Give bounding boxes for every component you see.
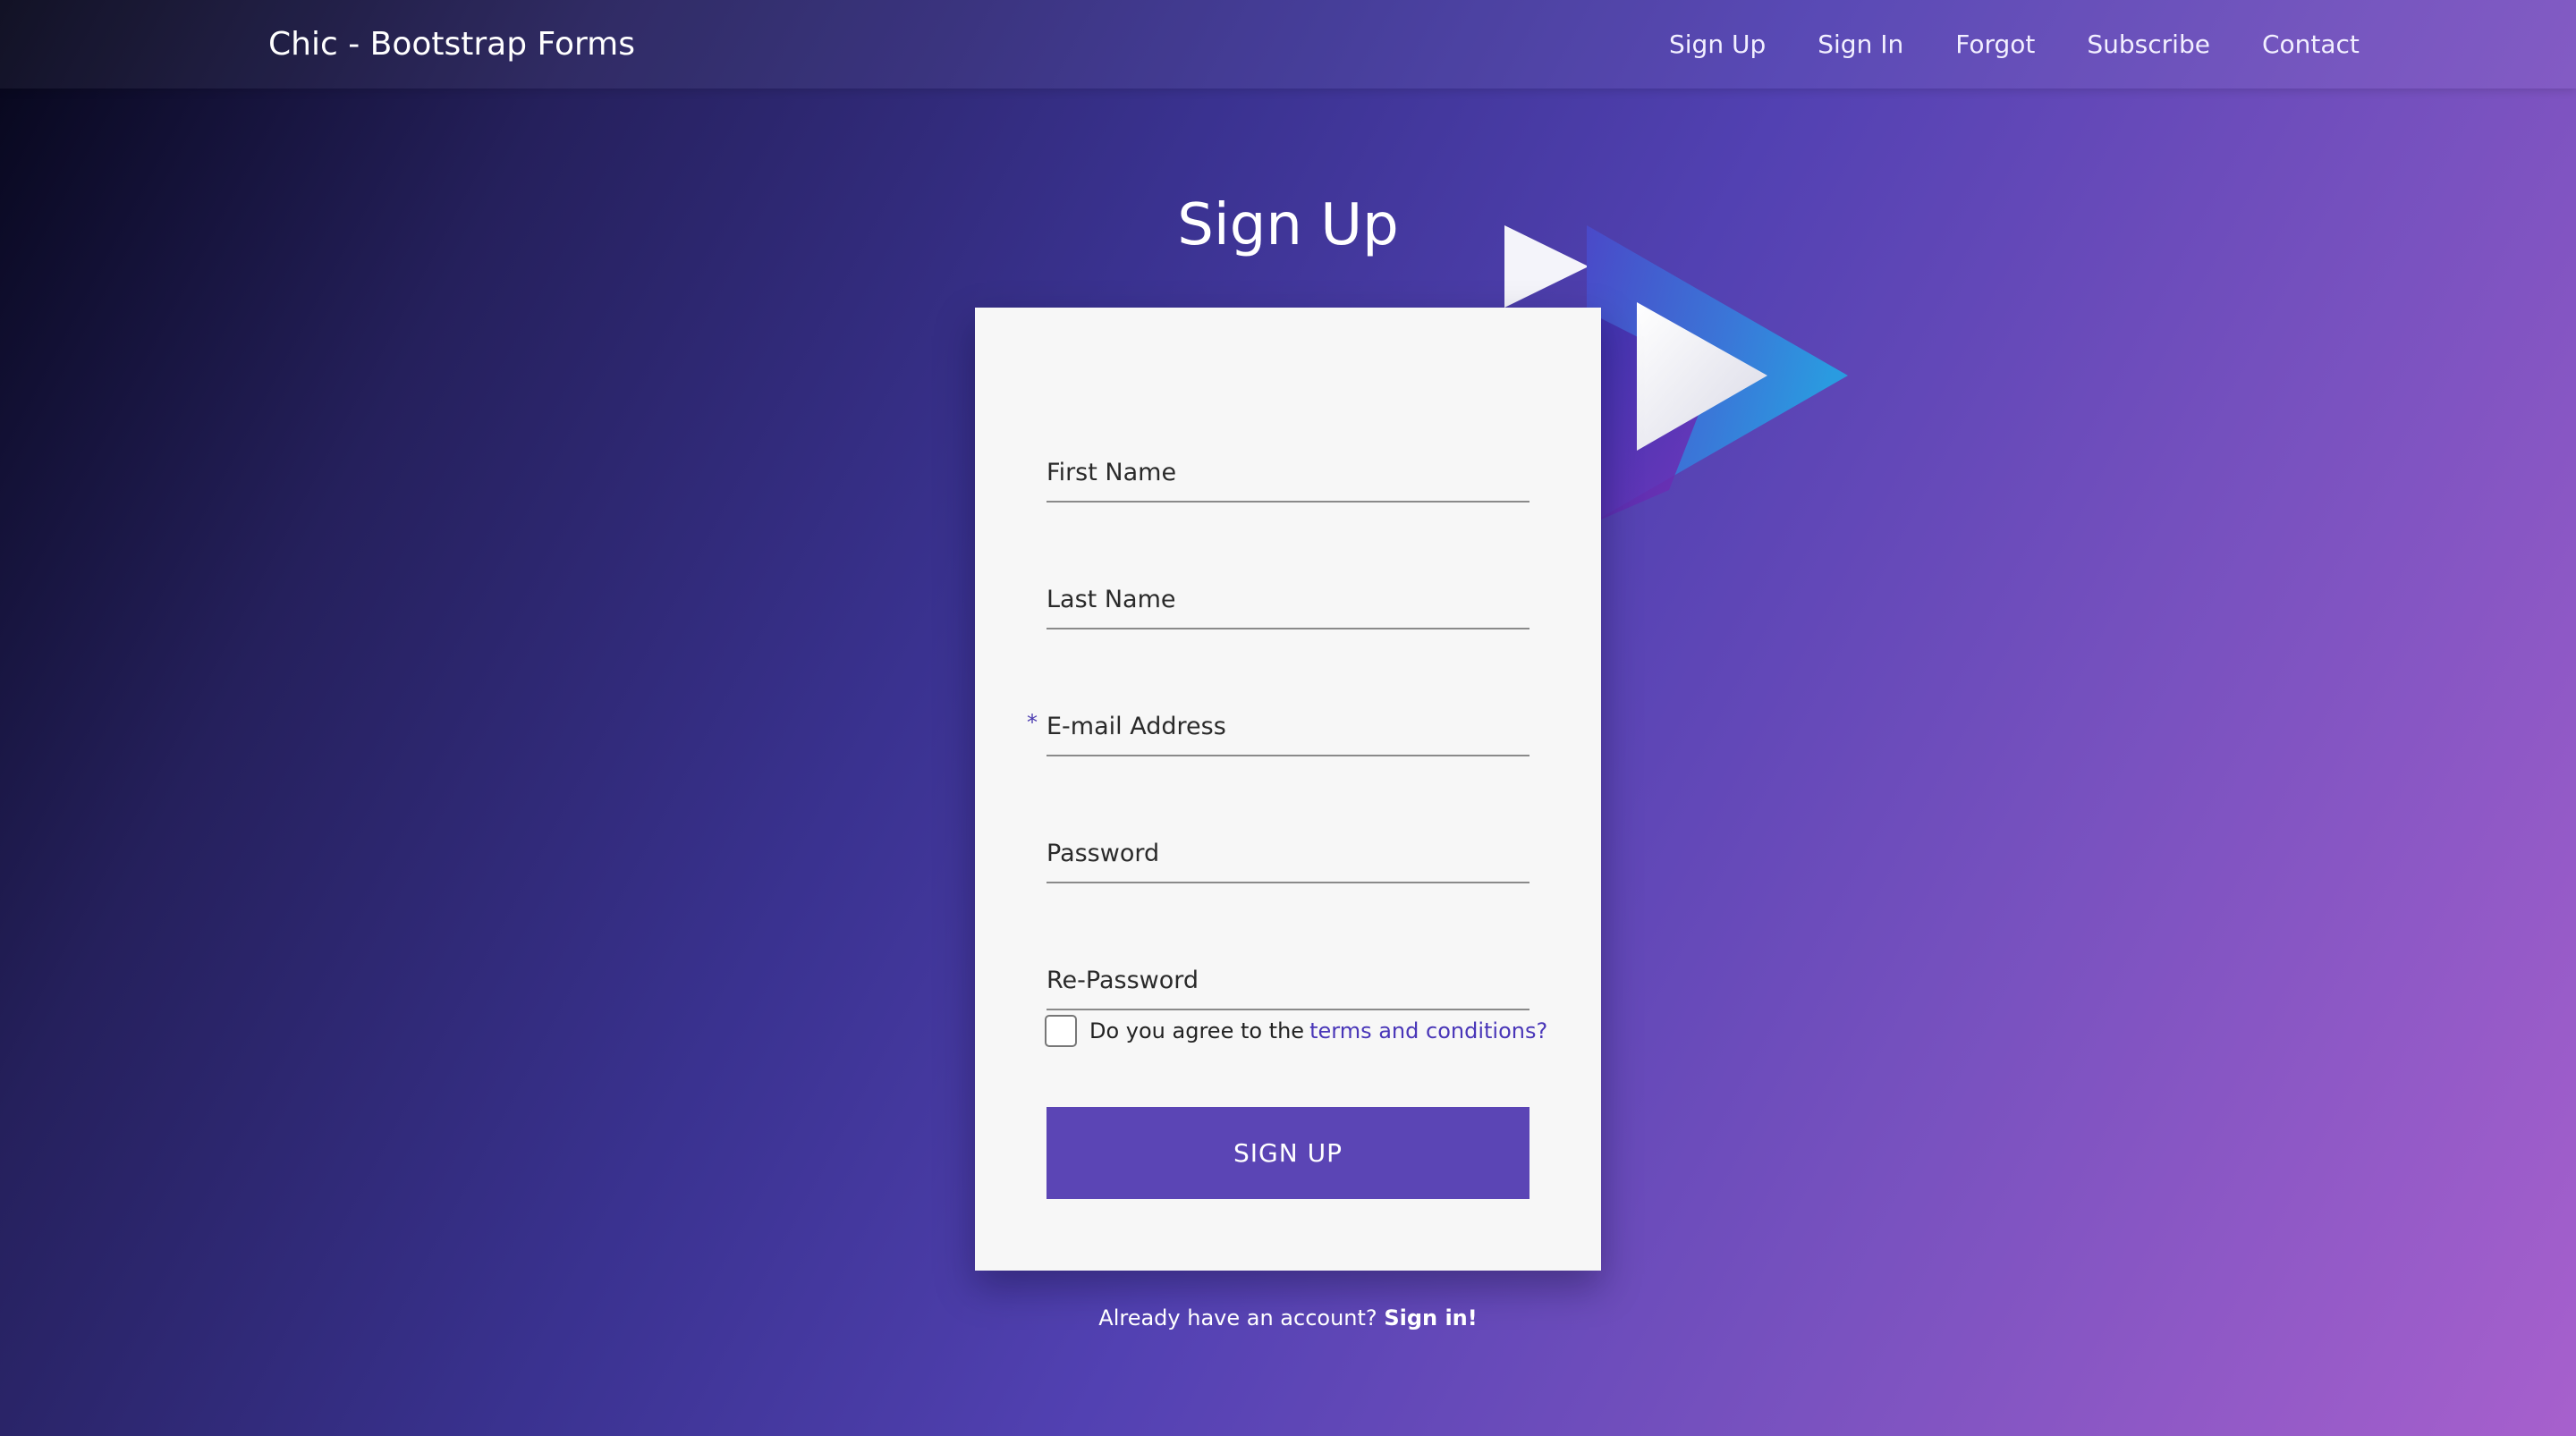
nav-links: Sign Up Sign In Forgot Subscribe Contact <box>1669 23 2360 66</box>
email-input[interactable] <box>1046 701 1530 751</box>
top-navbar: Chic - Bootstrap Forms Sign Up Sign In F… <box>0 0 2576 89</box>
terms-row: Do you agree to the terms and conditions… <box>1045 1015 1547 1047</box>
repassword-field <box>1046 955 1530 1010</box>
first-name-input[interactable] <box>1046 447 1530 497</box>
nav-link-sign-up[interactable]: Sign Up <box>1669 23 1766 66</box>
required-asterisk: * <box>1027 710 1038 735</box>
signin-prompt: Already have an account? Sign in! <box>975 1305 1601 1330</box>
last-name-input[interactable] <box>1046 574 1530 624</box>
terms-checkbox[interactable] <box>1045 1015 1077 1047</box>
signup-card: * Do you agree to the terms and conditio… <box>975 308 1601 1271</box>
signin-question: Already have an account? <box>1098 1305 1377 1330</box>
nav-link-sign-in[interactable]: Sign In <box>1818 23 1903 66</box>
nav-link-forgot[interactable]: Forgot <box>1955 23 2035 66</box>
nav-link-subscribe[interactable]: Subscribe <box>2087 23 2210 66</box>
last-name-field <box>1046 574 1530 629</box>
brand-title[interactable]: Chic - Bootstrap Forms <box>268 23 635 66</box>
first-name-field <box>1046 447 1530 503</box>
nav-link-contact[interactable]: Contact <box>2262 23 2360 66</box>
terms-text: Do you agree to the <box>1089 1018 1305 1043</box>
repassword-input[interactable] <box>1046 955 1530 1005</box>
terms-link[interactable]: terms and conditions? <box>1309 1018 1547 1043</box>
password-input[interactable] <box>1046 828 1530 878</box>
email-field: * <box>1027 701 1530 756</box>
sign-up-button[interactable]: SIGN UP <box>1046 1107 1530 1199</box>
password-field <box>1046 828 1530 883</box>
signin-link[interactable]: Sign in! <box>1384 1305 1477 1330</box>
